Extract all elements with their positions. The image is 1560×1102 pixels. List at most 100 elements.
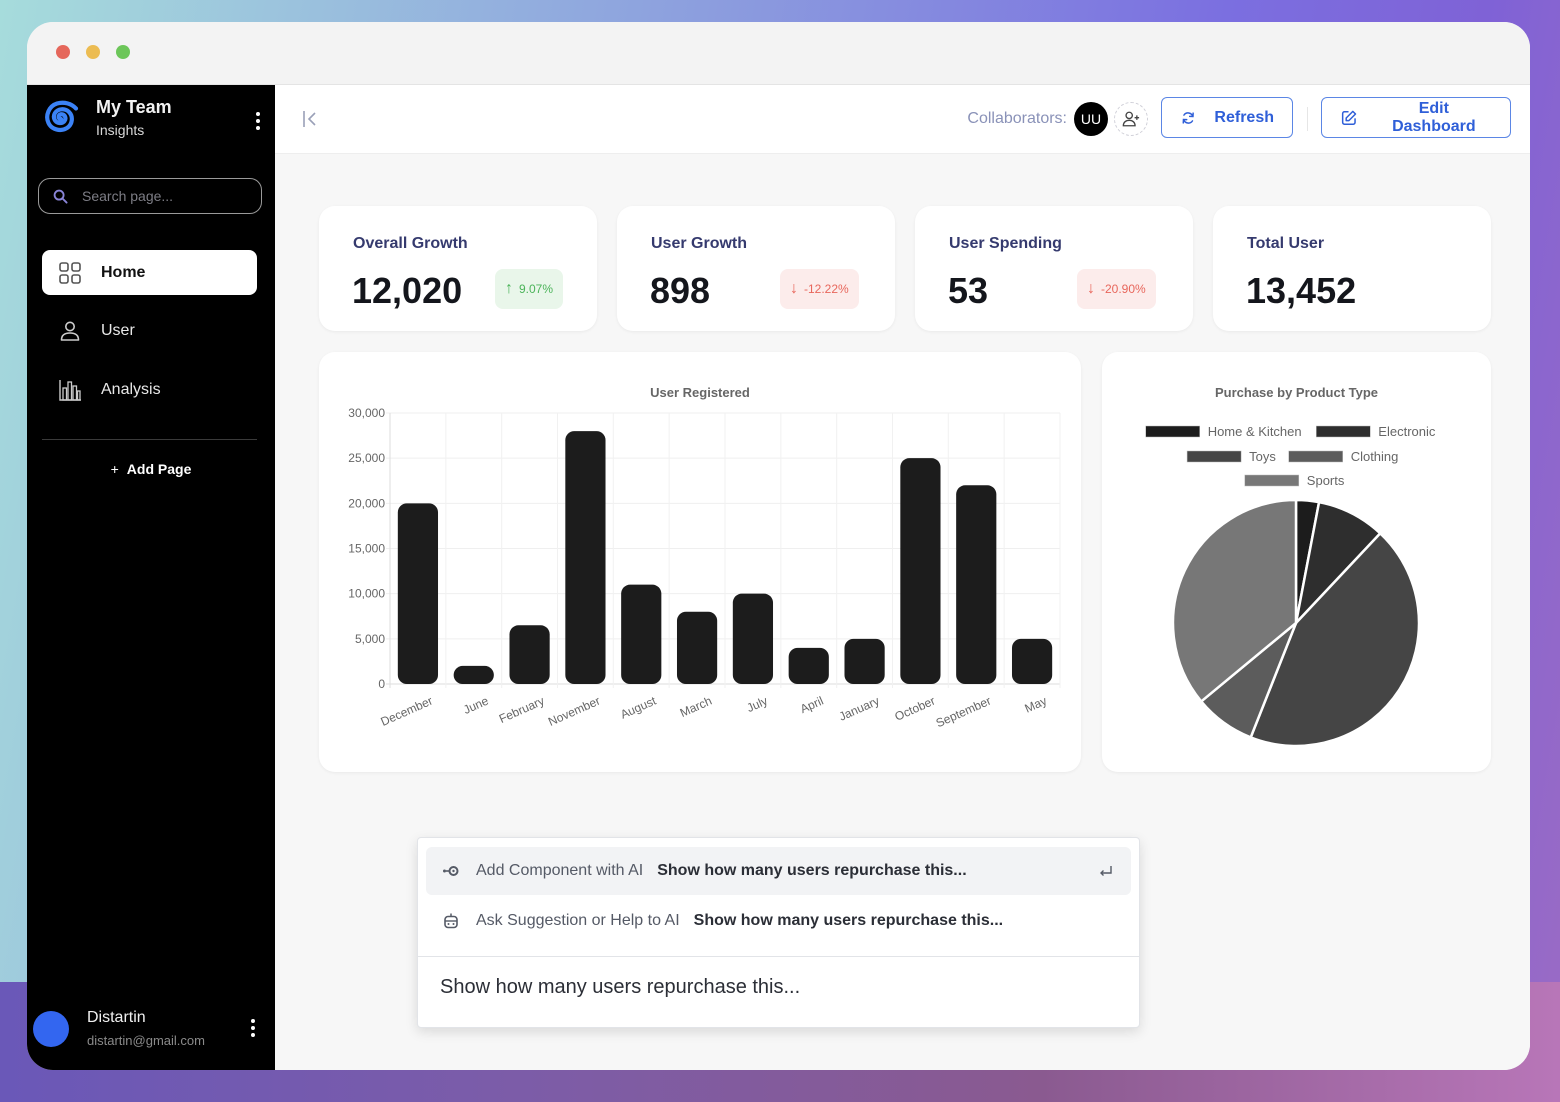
- legend-label: Sports: [1307, 473, 1345, 488]
- nav-label: Analysis: [101, 380, 161, 398]
- stat-card-user-spending: User Spending 53 ↓ -20.90%: [915, 206, 1193, 331]
- bar-april[interactable]: [788, 647, 829, 684]
- change-value: -12.22%: [804, 282, 849, 296]
- edit-icon: [1341, 110, 1357, 125]
- bar-june[interactable]: [453, 665, 494, 684]
- legend-swatch: [1186, 450, 1242, 463]
- kebab-dot: [256, 119, 260, 123]
- avatar: [33, 1010, 69, 1047]
- minimize-window-button[interactable]: [86, 45, 100, 59]
- change-badge: ↓ -20.90%: [1077, 269, 1156, 309]
- change-badge: ↓ -12.22%: [780, 269, 859, 309]
- stat-card-total-user: Total User 13,452: [1213, 206, 1491, 331]
- bar-chart-icon: [59, 379, 81, 401]
- arrow-down-icon: ↓: [790, 280, 798, 297]
- pie-chart: Home & Kitchen Electronic Toys Clothing Spor…: [1145, 424, 1436, 748]
- legend-label: Clothing: [1351, 449, 1399, 464]
- add-collaborator-button[interactable]: [1114, 102, 1148, 136]
- legend-item-electronic[interactable]: Electronic: [1316, 424, 1436, 439]
- collaborators-label: Collaborators:: [967, 110, 1067, 127]
- legend-item-home-kitchen[interactable]: Home & Kitchen: [1145, 424, 1302, 439]
- bar-january[interactable]: [844, 638, 885, 684]
- purchase-by-product-chart-card: Purchase by Product Type Home & Kitchen E…: [1102, 352, 1491, 772]
- bar-february[interactable]: [509, 625, 550, 684]
- bar-august[interactable]: [621, 584, 662, 684]
- x-tick-label: December: [378, 694, 434, 729]
- command-query: Show how many users repurchase this...: [657, 862, 967, 879]
- y-tick-label: 0: [378, 677, 385, 691]
- collaborator-avatar[interactable]: UU: [1074, 102, 1108, 136]
- bar-october[interactable]: [900, 458, 941, 684]
- team-menu-button[interactable]: [248, 109, 268, 133]
- bar-may[interactable]: [1011, 638, 1053, 684]
- bar-july[interactable]: [732, 593, 774, 684]
- stat-value: 53: [948, 270, 989, 311]
- nav-item-home[interactable]: Home: [42, 250, 257, 295]
- refresh-label: Refresh: [1214, 108, 1274, 126]
- legend-item-toys[interactable]: Toys: [1186, 449, 1276, 464]
- profile-email: distartin@gmail.com: [87, 1033, 205, 1048]
- x-tick-label: January: [837, 694, 882, 724]
- team-subtitle: Insights: [96, 121, 145, 138]
- change-value: 9.07%: [519, 282, 554, 296]
- bar-september[interactable]: [956, 485, 997, 684]
- nav-item-user[interactable]: User: [42, 308, 257, 353]
- user-profile[interactable]: Distartin distartin@gmail.com: [33, 1009, 269, 1048]
- edit-dashboard-button[interactable]: Edit Dashboard: [1321, 97, 1511, 138]
- stat-title: Overall Growth: [353, 235, 468, 252]
- maximize-window-button[interactable]: [116, 45, 130, 59]
- x-tick-label: July: [745, 694, 770, 715]
- search-input[interactable]: [82, 188, 242, 204]
- command-ask-suggestion[interactable]: Ask Suggestion or Help to AI Show how ma…: [426, 897, 1131, 945]
- grid-icon: [59, 261, 81, 284]
- y-tick-label: 20,000: [348, 496, 385, 510]
- legend-item-clothing[interactable]: Clothing: [1288, 449, 1399, 464]
- brand[interactable]: My Team Insights: [39, 95, 172, 139]
- y-tick-label: 15,000: [348, 542, 385, 556]
- search-icon: [53, 189, 68, 204]
- legend-swatch: [1288, 450, 1343, 463]
- collapse-sidebar-icon[interactable]: [301, 107, 321, 131]
- change-value: -20.90%: [1101, 282, 1146, 296]
- x-tick-label: June: [461, 693, 491, 717]
- legend-label: Electronic: [1378, 424, 1436, 439]
- nav-label: User: [101, 321, 135, 339]
- kebab-dot: [251, 1033, 255, 1037]
- x-tick-label: November: [546, 694, 602, 729]
- refresh-button[interactable]: Refresh: [1161, 97, 1293, 138]
- spiral-logo-icon: [45, 100, 79, 132]
- search-box[interactable]: [38, 178, 262, 214]
- bar-chart: 0 5,000 10,000 15,000 20,000 25,000 30,000 Dece…: [348, 406, 1061, 730]
- bar-november[interactable]: [565, 431, 606, 684]
- x-tick-label: August: [618, 693, 658, 721]
- command-add-component[interactable]: Add Component with AI Show how many user…: [426, 847, 1131, 895]
- ai-command-palette: Add Component with AI Show how many user…: [417, 837, 1140, 1028]
- command-divider: [418, 956, 1139, 957]
- nav-item-analysis[interactable]: Analysis: [42, 367, 257, 412]
- app-window: My Team Insights Home: [27, 22, 1530, 1070]
- team-name: My Team: [96, 96, 172, 117]
- bar-december[interactable]: [397, 503, 439, 684]
- ai-prompt-input[interactable]: [440, 976, 1100, 999]
- close-window-button[interactable]: [56, 45, 70, 59]
- title-bar: [27, 22, 1530, 85]
- add-user-icon: [1122, 111, 1140, 127]
- add-page-button[interactable]: + Add Page: [27, 461, 275, 477]
- user-icon: [60, 321, 80, 341]
- profile-name: Distartin: [87, 1009, 146, 1026]
- legend-item-sports[interactable]: Sports: [1244, 473, 1345, 488]
- sidebar-divider: [42, 439, 257, 440]
- nav-label: Home: [101, 263, 146, 281]
- stat-value: 12,020: [352, 270, 463, 311]
- command-query: Show how many users repurchase this...: [693, 912, 1004, 929]
- add-component-icon: [443, 866, 459, 876]
- x-tick-label: October: [893, 694, 938, 724]
- profile-menu-button[interactable]: [243, 1016, 263, 1040]
- toolbar-divider: [1307, 107, 1308, 131]
- add-page-label: Add Page: [126, 461, 192, 477]
- kebab-dot: [256, 112, 260, 116]
- kebab-dot: [251, 1019, 255, 1023]
- edit-dashboard-label: Edit Dashboard: [1392, 99, 1476, 135]
- bar-march[interactable]: [676, 611, 718, 684]
- user-registered-chart-card: User Registered 0 5,000 10,000 15,000 20,000…: [319, 352, 1081, 772]
